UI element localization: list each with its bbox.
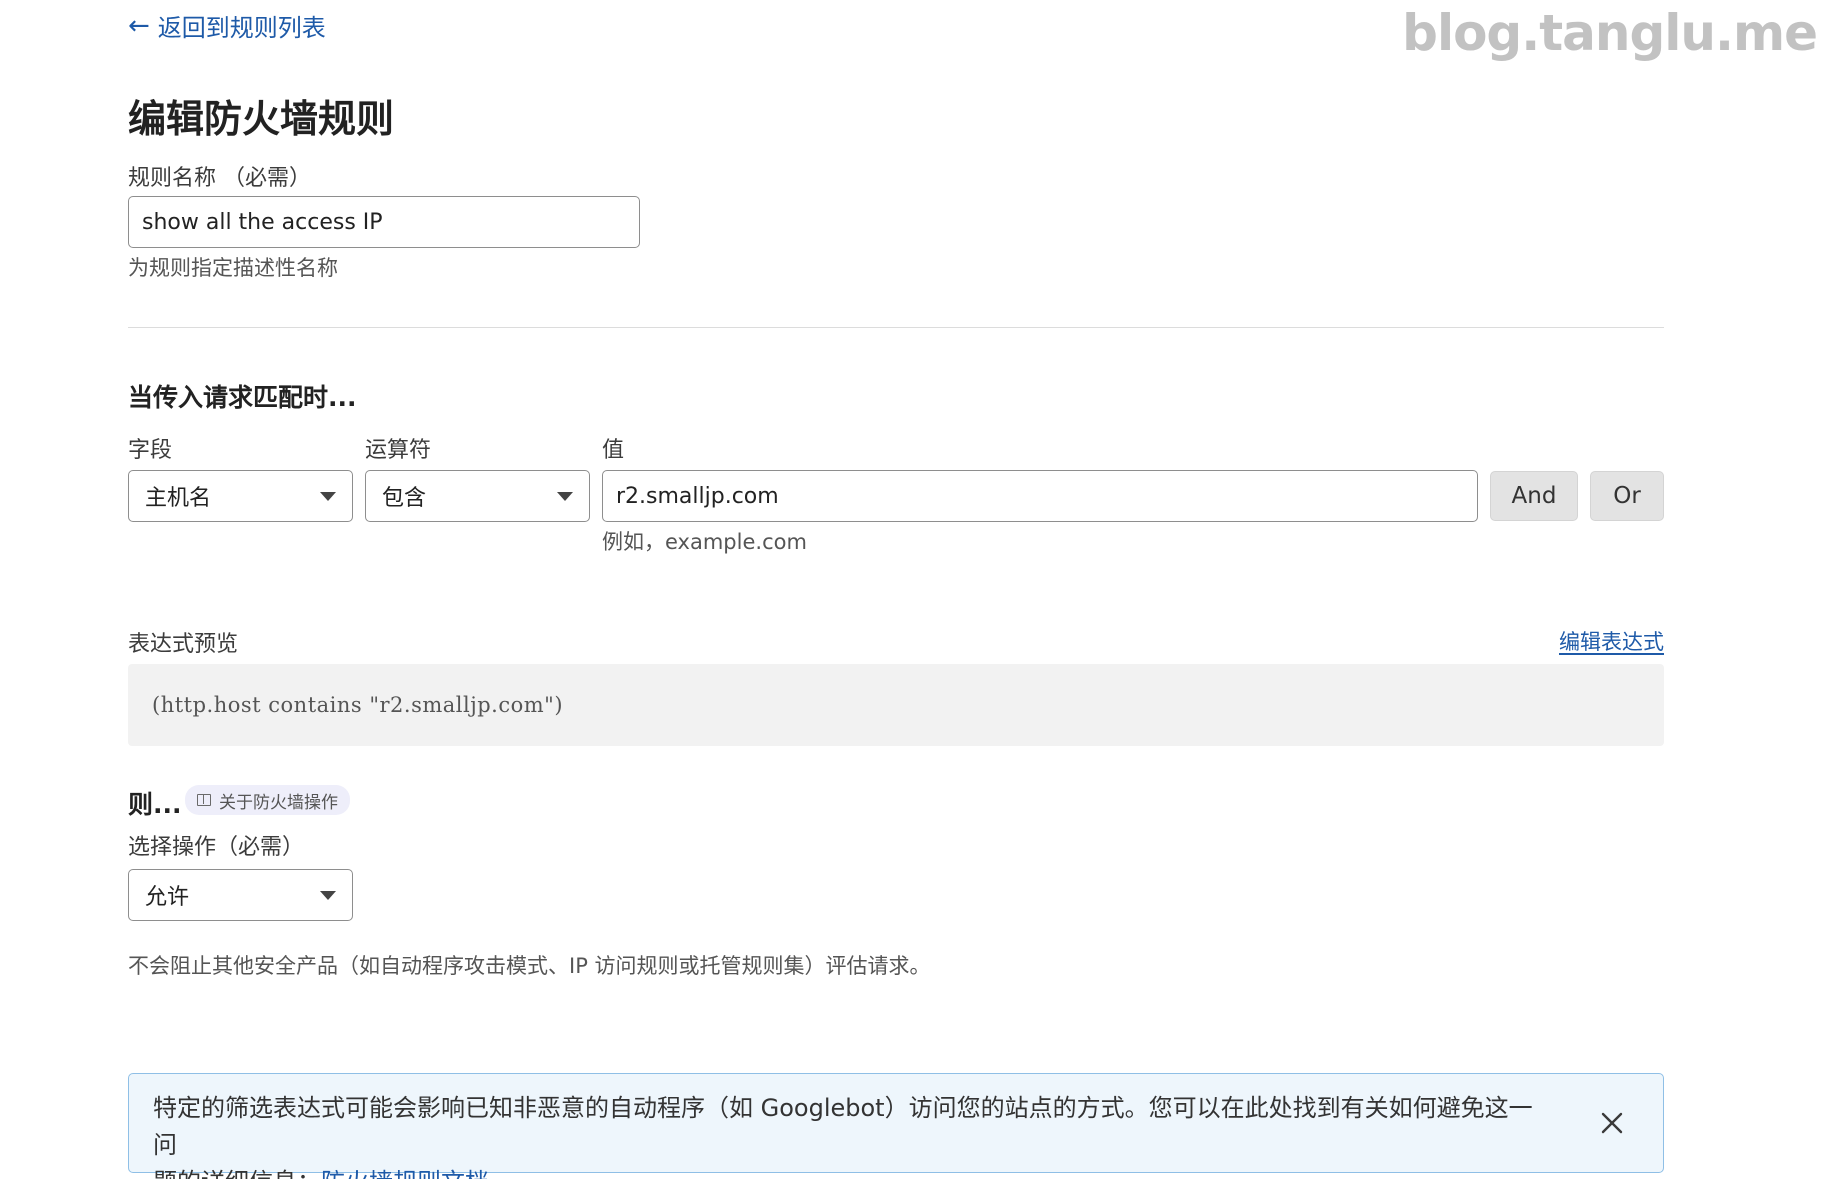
alert-text-line2: 题的详细信息：	[153, 1168, 321, 1179]
field-label: 字段	[128, 438, 173, 463]
rule-name-help: 为规则指定描述性名称	[128, 256, 338, 280]
book-icon	[197, 794, 211, 806]
expression-preview-text: (http.host contains "r2.smalljp.com")	[152, 693, 564, 717]
operator-label: 运算符	[365, 438, 432, 463]
rule-name-value: show all the access IP	[142, 209, 383, 235]
watermark: blog.tanglu.me	[1402, 4, 1818, 62]
back-link-label: 返回到规则列表	[157, 14, 326, 42]
edit-expression-link[interactable]: 编辑表达式	[1559, 626, 1664, 656]
action-select[interactable]: 允许	[128, 869, 353, 921]
alert-text-line1: 特定的筛选表达式可能会影响已知非恶意的自动程序（如 Googlebot）访问您的…	[153, 1094, 1533, 1159]
value-help: 例如，example.com	[602, 530, 807, 554]
caret-down-icon	[320, 890, 336, 900]
value-input[interactable]: r2.smalljp.com	[602, 470, 1478, 522]
caret-down-icon	[320, 491, 336, 501]
section-divider	[128, 327, 1664, 328]
close-icon[interactable]	[1599, 1110, 1625, 1136]
caret-down-icon	[557, 491, 573, 501]
expression-preview-label: 表达式预览	[128, 632, 239, 657]
firewall-actions-help-label: 关于防火墙操作	[219, 792, 338, 813]
field-select-value: 主机名	[145, 486, 212, 511]
arrow-left-icon: ←	[128, 10, 150, 41]
action-select-label: 选择操作（必需）	[128, 835, 305, 860]
match-section-title: 当传入请求匹配时...	[128, 383, 357, 412]
field-select[interactable]: 主机名	[128, 470, 353, 522]
value-label: 值	[602, 438, 625, 463]
firewall-actions-help-badge[interactable]: 关于防火墙操作	[185, 785, 350, 815]
info-alert: 特定的筛选表达式可能会影响已知非恶意的自动程序（如 Googlebot）访问您的…	[128, 1073, 1664, 1179]
value-input-value: r2.smalljp.com	[616, 483, 779, 509]
rule-name-label: 规则名称 （必需）	[128, 166, 311, 191]
and-button[interactable]: And	[1490, 471, 1578, 521]
expression-preview: (http.host contains "r2.smalljp.com")	[128, 664, 1664, 746]
back-to-rules-link[interactable]: ← 返回到规则列表	[128, 8, 326, 43]
page-title: 编辑防火墙规则	[128, 97, 395, 141]
operator-select[interactable]: 包含	[365, 470, 590, 522]
rule-name-input[interactable]: show all the access IP	[128, 196, 640, 248]
alert-text-suffix: 。	[489, 1168, 513, 1179]
operator-select-value: 包含	[382, 486, 427, 511]
action-section-title: 则...	[128, 790, 182, 819]
alert-text: 特定的筛选表达式可能会影响已知非恶意的自动程序（如 Googlebot）访问您的…	[153, 1090, 1553, 1179]
action-select-value: 允许	[145, 885, 190, 910]
or-button[interactable]: Or	[1590, 471, 1664, 521]
action-description: 不会阻止其他安全产品（如自动程序攻击模式、IP 访问规则或托管规则集）评估请求。	[128, 954, 931, 978]
firewall-rules-docs-link[interactable]: 防火墙规则文档	[321, 1168, 489, 1179]
